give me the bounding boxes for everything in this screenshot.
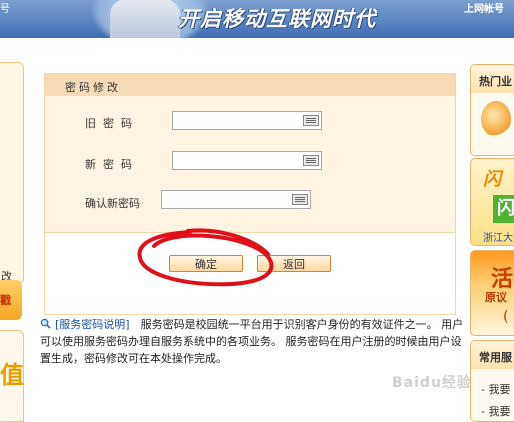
soft-keyboard-icon[interactable]	[292, 194, 308, 205]
left-nav-box[interactable]: 改	[0, 62, 24, 284]
new-password-input[interactable]	[172, 151, 322, 170]
confirm-password-label: 确认新密码	[85, 197, 140, 210]
panel-header: 密码修改	[45, 74, 455, 96]
promo2-text: 原议	[485, 291, 507, 304]
hot-services-title: 热门业	[479, 75, 512, 88]
panel-title: 密码修改	[65, 81, 121, 94]
promo-title-1: 闪	[483, 169, 501, 190]
service-password-help-link[interactable]: [服务密码说明]	[55, 318, 130, 331]
top-banner: 号 开启移动互联网时代 上网帐号	[0, 0, 514, 38]
password-change-panel: 密码修改 旧密码 新密码 确认新密码 确定 返回	[44, 73, 456, 315]
confirm-button[interactable]: 确定	[169, 255, 243, 272]
promo-banner-1[interactable]: 闪 闪 浙江大	[470, 158, 514, 246]
new-password-label: 新密码	[85, 158, 139, 171]
banner-divider	[0, 38, 514, 52]
form-divider	[45, 232, 455, 233]
old-password-label: 旧密码	[85, 117, 139, 130]
service-password-info: [服务密码说明] 服务密码是校园统一平台用于识别客户身份的有效证件之一。 用户可…	[40, 316, 464, 367]
banner-left-text: 号	[0, 4, 10, 15]
promo-subtitle: 浙江大	[483, 233, 513, 244]
old-password-input[interactable]	[172, 111, 322, 130]
banner-person-image	[110, 0, 180, 38]
promo2-mark: (	[503, 309, 509, 325]
left-sidebar: 改 戳 值	[0, 52, 27, 422]
soft-keyboard-icon[interactable]	[303, 115, 319, 126]
banner-right-link[interactable]: 上网帐号	[464, 0, 504, 15]
magnifier-icon	[40, 318, 51, 329]
confirm-password-input[interactable]	[161, 190, 311, 209]
password-form: 旧密码 新密码 确认新密码	[45, 96, 455, 232]
hot-services-header: 热门业	[471, 65, 514, 93]
left-nav-highlight[interactable]: 戳	[0, 280, 22, 320]
back-button[interactable]: 返回	[257, 255, 331, 272]
left-promo-text: 值	[0, 361, 24, 389]
common-services-header: 常用服	[471, 341, 514, 369]
promo-banner-2[interactable]: 活 原议 (	[470, 250, 514, 336]
soft-keyboard-icon[interactable]	[303, 155, 319, 166]
common-service-item[interactable]: - 我要	[481, 381, 510, 397]
common-services-title: 常用服	[479, 351, 512, 364]
banner-slogan: 开启移动互联网时代	[178, 7, 376, 31]
phone-icon[interactable]	[481, 101, 511, 137]
left-promo-box[interactable]: 值	[0, 330, 24, 422]
baidu-watermark: Baidu经验	[392, 375, 472, 391]
left-nav-highlight-text: 戳	[0, 294, 11, 307]
hot-services-box: 热门业	[470, 64, 514, 156]
common-services-box: 常用服 - 我要 - 我要	[470, 340, 514, 422]
common-service-item[interactable]: - 我要	[481, 403, 510, 419]
promo-title-2: 闪	[493, 195, 514, 223]
